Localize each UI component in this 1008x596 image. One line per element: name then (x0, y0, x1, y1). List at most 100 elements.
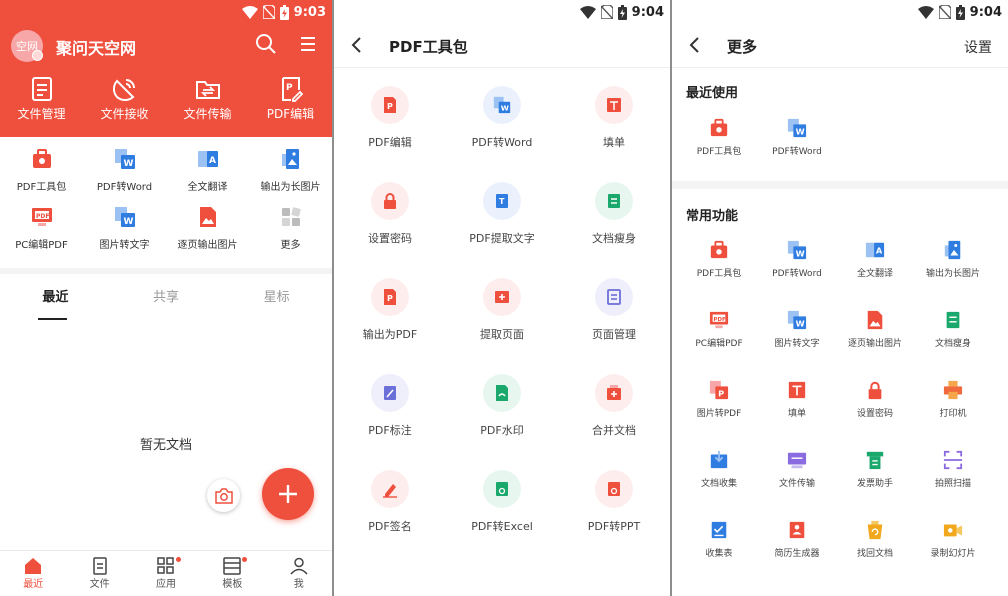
long-image-icon (281, 149, 299, 169)
tool-label: 文档瘦身 (592, 232, 636, 245)
tool-fill-form[interactable]: 填单 (558, 86, 670, 182)
tool-pdf-to-word[interactable]: W PDF转Word (83, 148, 166, 206)
common-pdf-to-word[interactable]: W PDF转Word (758, 240, 836, 310)
tool-set-password[interactable]: 设置密码 (334, 182, 446, 278)
tile-file-receive[interactable]: 文件接收 (83, 76, 166, 126)
tool-merge[interactable]: 合并文档 (558, 374, 670, 470)
tool-export-pdf[interactable]: P 输出为PDF (334, 278, 446, 374)
common-printer[interactable]: 打印机 (914, 380, 992, 450)
common-fill-form[interactable]: 填单 (758, 380, 836, 450)
tool-page-manage[interactable]: 页面管理 (558, 278, 670, 374)
common-form[interactable]: 收集表 (680, 520, 758, 590)
tool-pdf-edit[interactable]: P PDF编辑 (334, 86, 446, 182)
tool-pdf-to-ppt[interactable]: PDF转PPT (558, 470, 670, 566)
common-page-images[interactable]: 逐页输出图片 (836, 310, 914, 380)
form-icon (711, 521, 727, 539)
page-title: PDF工具包 (389, 38, 468, 56)
common-invoice[interactable]: 发票助手 (836, 450, 914, 520)
merge-icon (607, 385, 621, 400)
menu-icon[interactable] (297, 33, 319, 55)
add-button[interactable] (262, 468, 314, 520)
tool-label: PDF转Excel (471, 520, 533, 533)
tool-label: PDF水印 (480, 424, 524, 437)
recent-pdf-toolkit[interactable]: PDF工具包 (680, 118, 758, 188)
scan-icon (943, 450, 963, 470)
back-arrow-icon[interactable] (350, 36, 362, 54)
pdf-edit-icon: P (384, 97, 396, 113)
nav-template[interactable]: 模板 (199, 551, 265, 596)
tab-starred[interactable]: 星标 (221, 286, 332, 316)
common-transfer[interactable]: 文件传输 (758, 450, 836, 520)
tool-image-to-text[interactable]: W 图片转文字 (83, 206, 166, 264)
tool-label: 输出为长图片 (925, 269, 980, 279)
settings-button[interactable]: 设置 (964, 37, 992, 57)
svg-text:P: P (718, 388, 724, 398)
status-bar: 9:04 (672, 0, 1008, 24)
tool-label: 页面管理 (592, 328, 636, 341)
common-image-to-pdf[interactable]: P 图片转PDF (680, 380, 758, 450)
common-pc-pdf[interactable]: PDF PC编辑PDF (680, 310, 758, 380)
tool-translate[interactable]: A 全文翻译 (166, 148, 249, 206)
svg-text:A: A (876, 246, 883, 256)
tool-long-image[interactable]: 输出为长图片 (249, 148, 332, 206)
recent-pdf-to-word[interactable]: W PDF转Word (758, 118, 836, 188)
notification-dot (242, 557, 248, 562)
sign-icon (383, 484, 397, 498)
nav-recent[interactable]: 最近 (0, 551, 66, 596)
nav-label: 我 (293, 579, 304, 590)
page-images-icon (199, 207, 216, 227)
tool-label: 设置密码 (856, 409, 893, 419)
tool-sign[interactable]: PDF签名 (334, 470, 446, 566)
tool-slim-doc[interactable]: 文档瘦身 (558, 182, 670, 278)
tool-watermark[interactable]: PDF水印 (446, 374, 558, 470)
tab-recent[interactable]: 最近 (0, 286, 111, 316)
svg-text:T: T (499, 197, 505, 206)
back-arrow-icon[interactable] (688, 36, 700, 54)
search-icon[interactable] (255, 33, 277, 55)
tile-pdf-edit[interactable]: P PDF编辑 (249, 76, 332, 126)
pdf-tools-grid: P PDF编辑 W PDF转Word 填单 设置密码 T PDF提取文字 文档瘦… (334, 86, 670, 566)
common-image-to-text[interactable]: W 图片转文字 (758, 310, 836, 380)
tool-label: 发票助手 (856, 479, 893, 489)
tool-pdf-toolkit[interactable]: PDF工具包 (0, 148, 83, 206)
pdf-edit-icon: P (281, 77, 303, 102)
tool-annotate[interactable]: PDF标注 (334, 374, 446, 470)
tile-file-transfer[interactable]: 文件传输 (166, 76, 249, 126)
common-recover[interactable]: 找回文档 (836, 520, 914, 590)
tool-label: PDF提取文字 (469, 232, 535, 245)
tool-more[interactable]: 更多 (249, 206, 332, 264)
tool-pdf-to-excel[interactable]: PDF转Excel (446, 470, 558, 566)
tile-file-manage[interactable]: 文件管理 (0, 76, 83, 126)
tool-pc-pdf[interactable]: PDF PC编辑PDF (0, 206, 83, 264)
common-pdf-toolkit[interactable]: PDF工具包 (680, 240, 758, 310)
lock-icon (868, 381, 882, 400)
nav-apps[interactable]: 应用 (133, 551, 199, 596)
camera-button[interactable] (207, 479, 240, 512)
common-scan[interactable]: 拍照扫描 (914, 450, 992, 520)
tool-extract-page[interactable]: 提取页面 (446, 278, 558, 374)
file-icon (92, 557, 107, 575)
tool-label: 收集表 (705, 549, 733, 559)
nav-me[interactable]: 我 (266, 551, 332, 596)
tool-pdf-to-word[interactable]: W PDF转Word (446, 86, 558, 182)
common-collect[interactable]: 文档收集 (680, 450, 758, 520)
tab-shared[interactable]: 共享 (111, 286, 222, 316)
tool-extract-text[interactable]: T PDF提取文字 (446, 182, 558, 278)
collect-icon (710, 450, 728, 469)
svg-text:P: P (387, 294, 393, 303)
common-slim-doc[interactable]: 文档瘦身 (914, 310, 992, 380)
pdf-to-word-icon: W (114, 149, 135, 169)
record-slide-icon (943, 524, 963, 537)
common-grid: PDF工具包 W PDF转Word A 全文翻译 输出为长图片 PDF PC编辑… (680, 240, 1000, 590)
common-long-image[interactable]: 输出为长图片 (914, 240, 992, 310)
common-translate[interactable]: A 全文翻译 (836, 240, 914, 310)
common-set-password[interactable]: 设置密码 (836, 380, 914, 450)
no-sim-icon (938, 5, 951, 19)
common-record-slide[interactable]: 录制幻灯片 (914, 520, 992, 590)
tool-label: 图片转文字 (774, 339, 820, 349)
battery-icon (617, 4, 627, 20)
tool-page-images[interactable]: 逐页输出图片 (166, 206, 249, 264)
common-resume[interactable]: 简历生成器 (758, 520, 836, 590)
nav-file[interactable]: 文件 (66, 551, 132, 596)
tool-label: 提取页面 (480, 328, 524, 341)
